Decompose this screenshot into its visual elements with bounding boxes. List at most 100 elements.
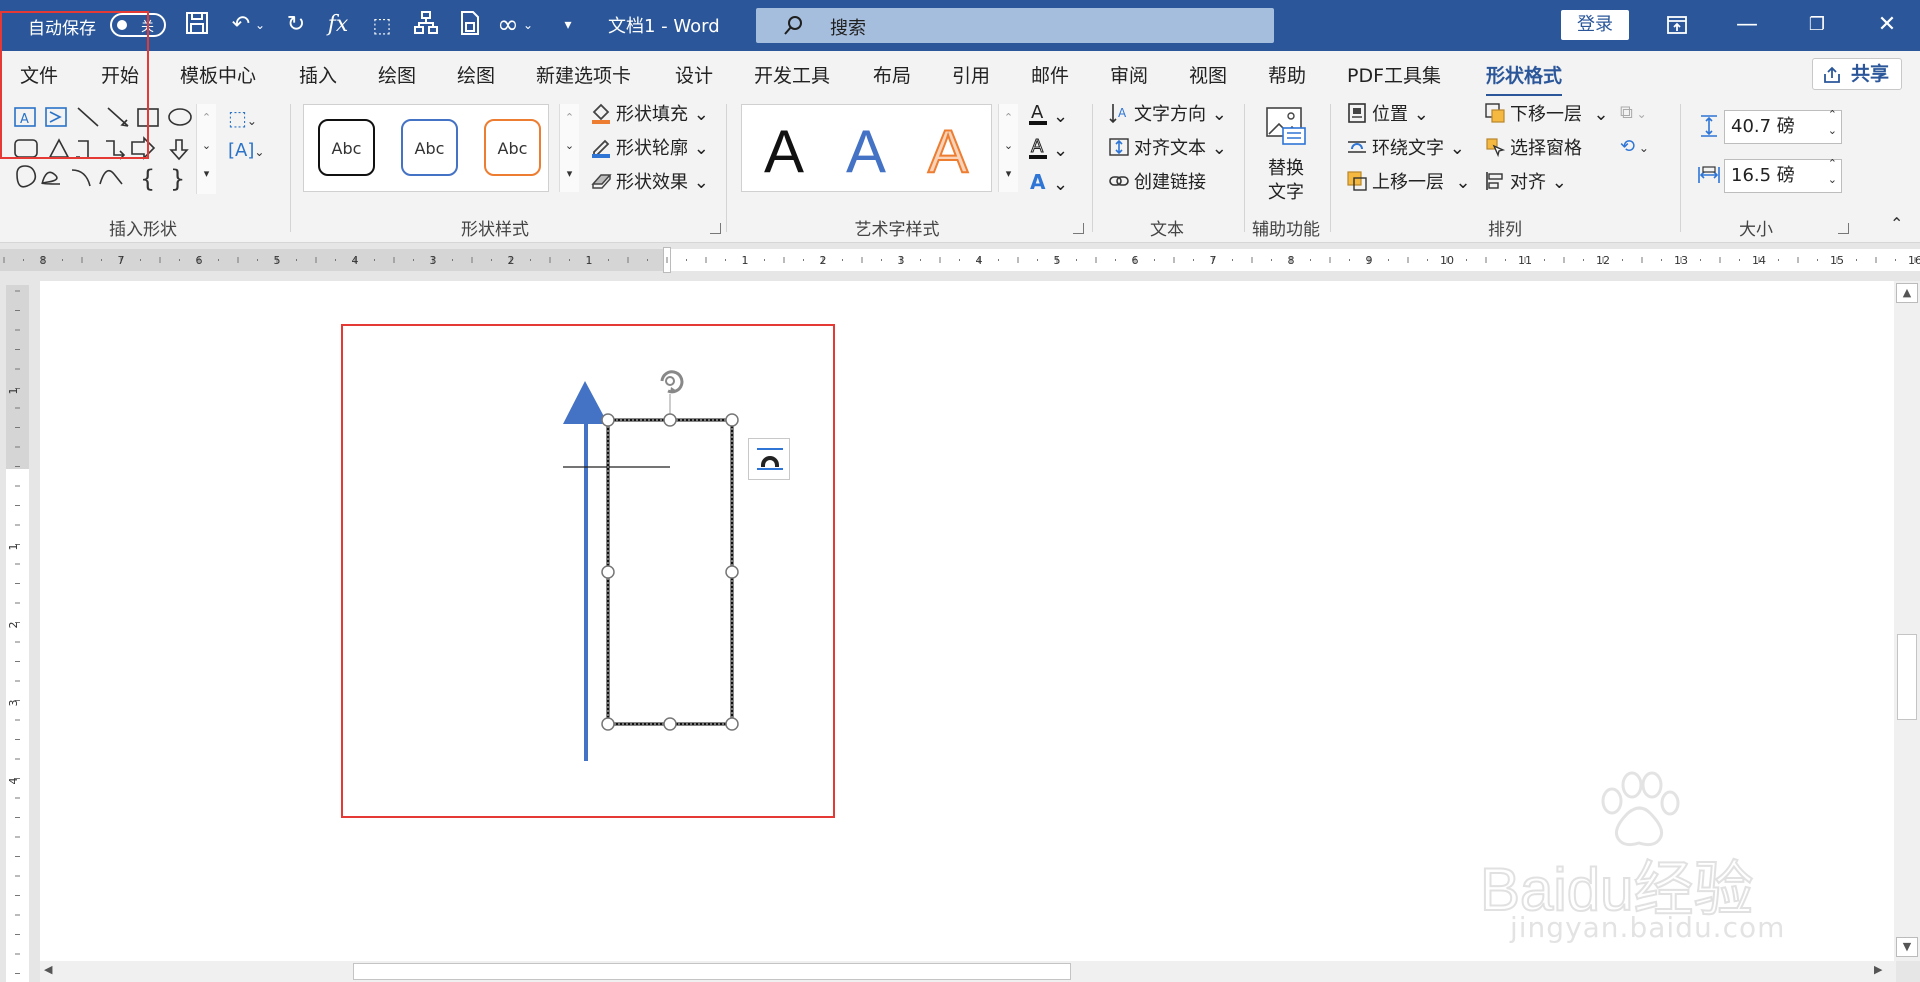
position-button[interactable]: 位置 ⌄	[1346, 102, 1429, 127]
style-preview-black[interactable]: Abc	[318, 119, 375, 176]
tab-mailings[interactable]: 邮件	[1031, 61, 1069, 88]
style-preview-blue[interactable]: Abc	[401, 119, 458, 176]
bring-forward-button[interactable]: 上移一层 ⌄	[1346, 170, 1471, 195]
text-effects-button[interactable]: A ⌄	[1027, 170, 1068, 197]
svg-text:A: A	[1031, 136, 1044, 157]
rotate-objects-icon[interactable]: ⟲ ⌄	[1620, 136, 1662, 162]
function-icon[interactable]: fx	[322, 10, 354, 42]
tab-draw[interactable]: 绘图	[378, 61, 416, 88]
save-icon[interactable]	[181, 10, 213, 42]
text-outline-button[interactable]: A ⌄	[1027, 136, 1068, 163]
customize-qat-icon[interactable]: ▾	[552, 10, 584, 42]
group-label-insert-shapes: 插入形状	[109, 220, 177, 240]
tab-pdf-tools[interactable]: PDF工具集	[1347, 61, 1441, 88]
ruler-ticks: 8 7 6 5 4 3 2 1 1 2 3 4 5 6 7 8 9 10 11 12 13 14 15 16	[3, 254, 1920, 267]
login-button[interactable]: 登录	[1561, 10, 1629, 40]
shape-styles-gallery[interactable]: Abc Abc Abc	[303, 104, 549, 192]
share-button[interactable]: 共享	[1812, 58, 1902, 90]
send-backward-button[interactable]: 下移一层 ⌄	[1484, 102, 1609, 127]
text-direction-button[interactable]: A 文字方向 ⌄	[1108, 102, 1227, 127]
tab-help[interactable]: 帮助	[1268, 61, 1306, 88]
blue-arrow-shape[interactable]	[563, 381, 608, 761]
scroll-down-icon[interactable]: ▼	[1896, 937, 1918, 957]
wordart-gallery[interactable]: A A A	[741, 104, 992, 192]
resize-handles[interactable]	[601, 413, 739, 731]
tab-draw-2[interactable]: 绘图	[457, 61, 495, 88]
shape-styles-scroll[interactable]: ⌃ ⌄ ▾	[559, 104, 579, 192]
shapes-gallery-scroll[interactable]: ⌃ ⌄ ▾	[196, 104, 216, 194]
tab-references[interactable]: 引用	[952, 61, 990, 88]
size-launcher-icon[interactable]	[1838, 223, 1849, 234]
text-box-icon[interactable]: [A]⌄	[228, 140, 268, 166]
wordart-orange[interactable]: A	[927, 117, 969, 186]
edit-shape-icon[interactable]: ⬚⌄	[228, 106, 268, 132]
shape-effects-button[interactable]: 形状效果 ⌄	[590, 170, 709, 195]
align-button[interactable]: 对齐 ⌄	[1484, 170, 1567, 195]
shape-fill-button[interactable]: 形状填充 ⌄	[590, 102, 709, 127]
close-icon[interactable]: ✕	[1852, 0, 1920, 51]
search-box[interactable]: 搜索	[756, 8, 1274, 43]
wordart-launcher-icon[interactable]	[1073, 223, 1084, 234]
document-icon[interactable]	[454, 10, 486, 42]
select-icon[interactable]: ⬚	[366, 10, 398, 42]
height-spinner-icon[interactable]: ⌃ ⌄	[1828, 107, 1837, 139]
vruler-number: 4	[7, 778, 20, 785]
shape-width-input[interactable]: 16.5 磅 ⌃ ⌄	[1724, 156, 1842, 193]
tab-shape-format[interactable]: 形状格式	[1486, 61, 1563, 97]
shape-outline-button[interactable]: 形状轮廓 ⌄	[590, 136, 709, 161]
group-separator	[1330, 104, 1331, 232]
shapes-gallery[interactable]: A { }	[12, 104, 218, 196]
style-preview-orange[interactable]: Abc	[484, 119, 541, 176]
ribbon-display-icon[interactable]	[1642, 0, 1712, 51]
tab-review[interactable]: 审阅	[1110, 61, 1148, 88]
horizontal-scroll-thumb[interactable]	[353, 963, 1071, 980]
org-chart-icon[interactable]	[410, 10, 442, 42]
tab-file[interactable]: 文件	[20, 61, 58, 88]
restore-icon[interactable]: ❐	[1782, 0, 1852, 51]
ruler-number: 16	[1908, 254, 1920, 267]
minimize-icon[interactable]: —	[1712, 0, 1782, 51]
layout-options-button[interactable]	[748, 438, 790, 480]
document-page[interactable]: Baidu经验 jingyan.baidu.com	[40, 281, 1896, 961]
tab-developer[interactable]: 开发工具	[754, 61, 830, 88]
infinity-icon[interactable]: ∞	[492, 10, 524, 42]
scroll-up-icon[interactable]: ▲	[1896, 283, 1918, 303]
alt-text-label-2: 文字	[1268, 182, 1304, 203]
vertical-scroll-thumb[interactable]	[1897, 634, 1917, 720]
rotate-handle-icon[interactable]	[660, 370, 684, 420]
scroll-left-icon[interactable]: ◀	[44, 963, 62, 980]
alt-text-button[interactable]: 替换 文字	[1261, 102, 1311, 208]
tab-view[interactable]: 视图	[1189, 61, 1227, 88]
infinity-dropdown-icon[interactable]: ⌄	[521, 10, 535, 42]
vruler-ticks: 1 1 2 3 4	[7, 290, 20, 974]
position-icon	[1346, 102, 1368, 124]
group-objects-icon[interactable]: ⧉ ⌄	[1620, 102, 1662, 128]
selection-pane-button[interactable]: 选择窗格	[1484, 136, 1582, 161]
text-fill-button[interactable]: A ⌄	[1027, 102, 1068, 129]
group-label-shape-styles: 形状样式	[461, 220, 529, 240]
shape-styles-launcher-icon[interactable]	[710, 223, 721, 234]
tab-insert[interactable]: 插入	[299, 61, 337, 88]
tab-home[interactable]: 开始	[101, 61, 139, 88]
align-text-button[interactable]: 对齐文本 ⌄	[1108, 136, 1227, 161]
wordart-blue[interactable]: A	[846, 117, 886, 186]
vertical-scrollbar[interactable]: ▲ ▼	[1894, 281, 1920, 961]
tab-template-center[interactable]: 模板中心	[180, 61, 256, 88]
wordart-scroll[interactable]: ⌃ ⌄ ▾	[998, 104, 1018, 192]
width-spinner-icon[interactable]: ⌃ ⌄	[1828, 156, 1837, 188]
redo-icon[interactable]: ↻	[280, 10, 312, 42]
wordart-black[interactable]: A	[764, 117, 804, 186]
horizontal-scrollbar[interactable]: ◀ ▶	[40, 961, 1896, 982]
undo-dropdown-icon[interactable]: ⌄	[253, 10, 267, 42]
autosave-toggle[interactable]: 关	[110, 13, 166, 37]
autosave-label: 自动保存	[28, 19, 96, 39]
shape-height-input[interactable]: 40.7 磅 ⌃ ⌄	[1724, 107, 1842, 144]
wrap-text-button[interactable]: 环绕文字 ⌄	[1346, 136, 1465, 161]
collapse-ribbon-icon[interactable]: ⌃	[1890, 214, 1903, 233]
tab-layout[interactable]: 布局	[873, 61, 911, 88]
tab-design[interactable]: 设计	[675, 61, 713, 88]
scroll-right-icon[interactable]: ▶	[1874, 963, 1892, 980]
selected-rectangle-shape[interactable]	[606, 418, 734, 726]
tab-new-tab[interactable]: 新建选项卡	[536, 61, 631, 88]
create-link-button[interactable]: 创建链接	[1108, 170, 1206, 195]
